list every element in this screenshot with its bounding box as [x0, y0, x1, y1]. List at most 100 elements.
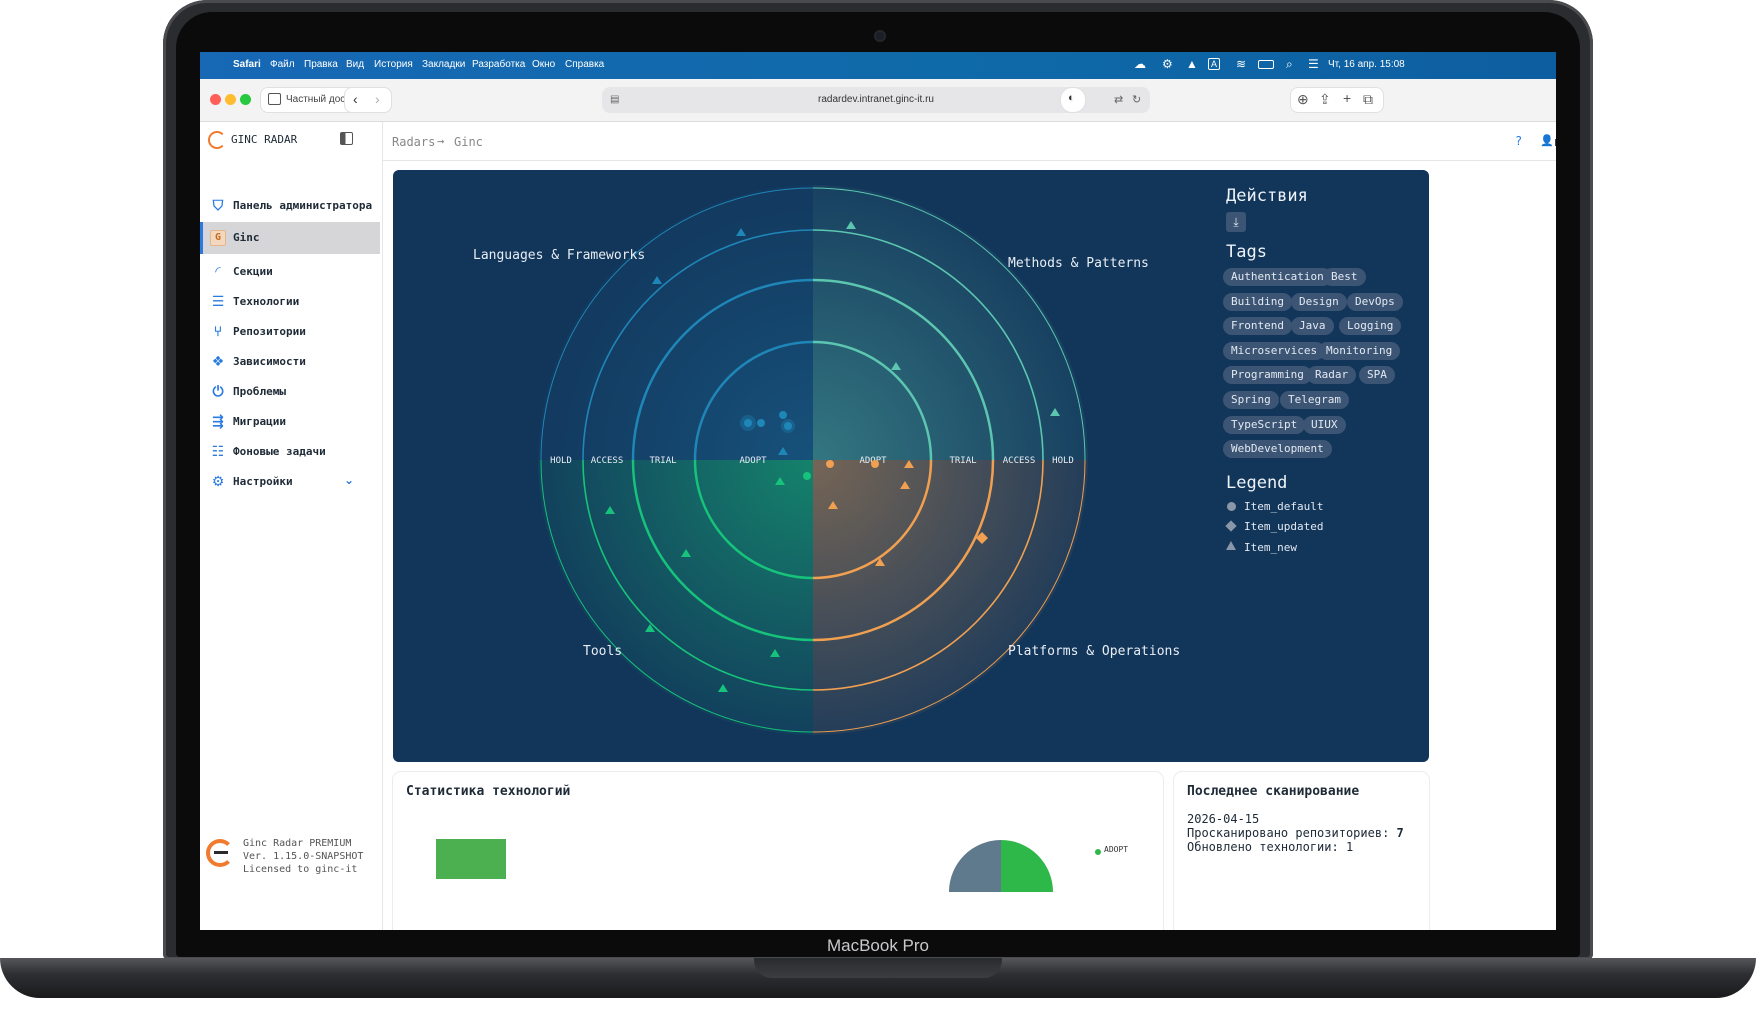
privacy-shield-button[interactable]: ◐ [1060, 87, 1086, 113]
tag-spa[interactable]: SPA [1359, 366, 1395, 384]
breadcrumb-ginc: Ginc [454, 135, 483, 149]
footer-version: Ver. 1.15.0-SNAPSHOT [243, 851, 364, 862]
branch-icon: ⑂ [213, 324, 223, 340]
tag-frontend[interactable]: Frontend [1223, 317, 1292, 335]
sidebar-item-migrations[interactable]: ⇶ Миграции [200, 406, 380, 438]
tag-best[interactable]: Best [1323, 268, 1366, 286]
menu-file[interactable]: Файл [270, 59, 295, 70]
footer-license: Licensed to ginc-it [243, 864, 358, 875]
new-tab-icon[interactable]: + [1343, 90, 1351, 106]
tag-webdevelopment[interactable]: WebDevelopment [1223, 440, 1332, 458]
tag-monitoring[interactable]: Monitoring [1318, 342, 1401, 360]
sidebar-item-technologies[interactable]: ☰ Технологии [200, 286, 380, 318]
tag-design[interactable]: Design [1291, 293, 1347, 311]
menu-help[interactable]: Справка [565, 59, 604, 70]
minimize-window-button[interactable] [225, 94, 236, 105]
quadrant-label-methods: Methods & Patterns [1008, 256, 1149, 271]
share-icon[interactable]: ⇪ [1319, 91, 1331, 108]
pie-legend-label: ADOPT [1104, 845, 1129, 854]
legend-title: Legend [1226, 473, 1288, 493]
menu-window[interactable]: Окно [532, 59, 555, 70]
tag-uiux[interactable]: UIUX [1303, 416, 1346, 434]
user-name[interactable]: root [1553, 135, 1556, 149]
menu-safari[interactable]: Safari [233, 59, 261, 70]
blip-default[interactable] [784, 422, 792, 430]
blip-default[interactable] [803, 472, 811, 480]
content-topbar: Radars → Ginc ? 👤 root [383, 122, 1556, 161]
footer-logo-bar [214, 851, 228, 854]
zoom-window-button[interactable] [240, 94, 251, 105]
device-brand: MacBook Pro [826, 936, 930, 955]
blip-default[interactable] [744, 419, 752, 427]
back-button[interactable]: ‹ [353, 91, 358, 107]
sidebar-item-admin[interactable]: ⛉ Панель администратора [200, 190, 380, 222]
sidebar-item-ginc[interactable]: G Ginc [200, 222, 380, 254]
gear-icon: ⚙ [211, 474, 225, 490]
tag-microservices[interactable]: Microservices [1223, 342, 1326, 360]
legend-item-default: Item_default [1244, 500, 1324, 513]
tag-java[interactable]: Java [1291, 317, 1334, 335]
sidebar-item-label: Миграции [233, 415, 286, 428]
menu-develop[interactable]: Разработка [472, 59, 525, 70]
collapse-sidebar-button[interactable] [340, 132, 353, 145]
tasks-icon: ☷ [211, 444, 225, 460]
blip-default[interactable] [757, 419, 765, 427]
laptop-base-notch [754, 958, 1002, 978]
translate-icon[interactable]: ⇄ [1114, 93, 1123, 106]
app-logo-icon [208, 131, 226, 149]
blip-default[interactable] [826, 460, 834, 468]
breadcrumb-radars[interactable]: Radars [392, 135, 435, 149]
menubar-clock[interactable]: Чт, 16 апр. 15:08 [1328, 59, 1405, 70]
wechat-icon[interactable]: ☁ [1134, 57, 1146, 71]
menu-view[interactable]: Вид [346, 59, 364, 70]
ring-label-access-right: ACCESS [1003, 456, 1036, 466]
reload-icon[interactable]: ↻ [1132, 93, 1141, 106]
keyboard-layout-icon[interactable]: A [1208, 58, 1221, 70]
app-status-icon[interactable]: ▲ [1186, 57, 1198, 71]
sidebar-item-dependencies[interactable]: ❖ Зависимости [200, 346, 380, 378]
tag-authentication[interactable]: Authentication [1223, 268, 1332, 286]
tag-spring[interactable]: Spring [1223, 391, 1279, 409]
sidebar-item-settings[interactable]: ⚙ Настройки ⌄ [200, 466, 380, 498]
sidebar-item-sections[interactable]: ◜ Секции [200, 256, 380, 288]
sidebar-item-label: Зависимости [233, 355, 306, 368]
cubes-icon: ❖ [211, 354, 225, 370]
quadrant-label-languages: Languages & Frameworks [473, 248, 645, 263]
sidebar-item-label: Ginc [233, 231, 260, 244]
tag-typescript[interactable]: TypeScript [1223, 416, 1306, 434]
legend-item-new: Item_new [1244, 541, 1297, 554]
close-window-button[interactable] [210, 94, 221, 105]
menu-edit[interactable]: Правка [304, 59, 338, 70]
help-button[interactable]: ? [1515, 134, 1522, 148]
sidebar-item-label: Секции [233, 265, 273, 278]
tag-building[interactable]: Building [1223, 293, 1292, 311]
accessibility-icon[interactable]: ⚙ [1162, 57, 1173, 71]
blip-default[interactable] [871, 460, 879, 468]
pie-slice [1001, 840, 1053, 892]
list-icon: ☰ [211, 294, 225, 310]
tag-radar[interactable]: Radar [1307, 366, 1357, 384]
tab-overview-icon[interactable]: ⧉ [1363, 91, 1373, 108]
tag-logging[interactable]: Logging [1339, 317, 1402, 335]
download-button[interactable]: ⤓ [1226, 212, 1246, 232]
tag-telegram[interactable]: Telegram [1280, 391, 1349, 409]
quadrant-fill-platforms [813, 460, 1088, 735]
blip-default[interactable] [779, 411, 787, 419]
downloads-icon[interactable]: ⊕ [1297, 91, 1309, 108]
tag-programming[interactable]: Programming [1223, 366, 1312, 384]
sidebar-item-problems[interactable]: ⏻ Проблемы [200, 376, 380, 408]
quadrant-label-platforms: Platforms & Operations [1008, 644, 1180, 659]
battery-icon[interactable] [1258, 60, 1274, 69]
menu-bookmarks[interactable]: Закладки [422, 59, 465, 70]
sidebar-item-background-tasks[interactable]: ☷ Фоновые задачи [200, 436, 380, 468]
last-scan-card: Последнее сканирование 2026-04-15 Проска… [1174, 772, 1429, 930]
search-icon[interactable]: ⌕ [1286, 57, 1293, 72]
wifi-icon[interactable]: ≋ [1236, 57, 1246, 71]
sidebar: GINC RADAR ⛉ Панель администратора G Gin… [200, 122, 383, 930]
menu-history[interactable]: История [374, 59, 413, 70]
control-center-icon[interactable]: ☰ [1308, 57, 1319, 71]
tag-devops[interactable]: DevOps [1347, 293, 1403, 311]
forward-button[interactable]: › [375, 91, 380, 107]
sidebar-item-repositories[interactable]: ⑂ Репозитории [200, 316, 380, 348]
chevron-down-icon[interactable]: ⌄ [344, 473, 354, 487]
